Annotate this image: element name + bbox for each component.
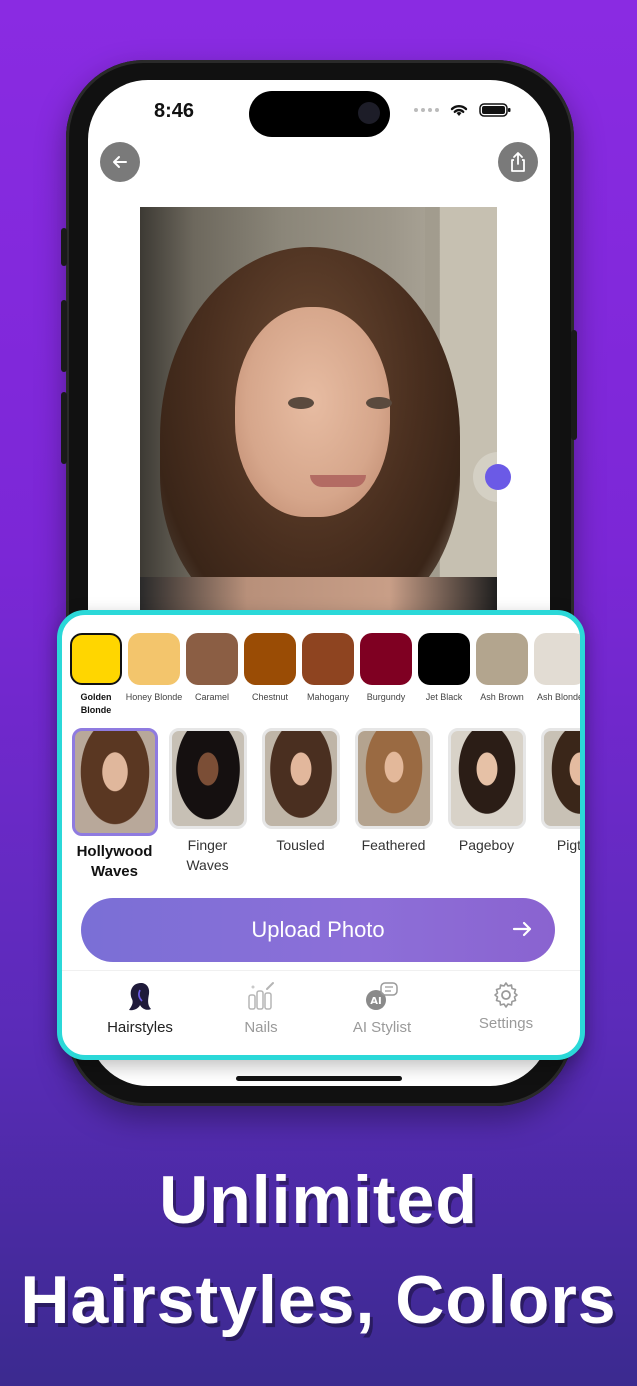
- signal-icon: [414, 108, 439, 112]
- color-swatch-label: Caramel: [194, 692, 229, 702]
- hairstyle-item[interactable]: Pigtails: [537, 728, 582, 882]
- photo-face: [235, 307, 390, 517]
- color-swatch-chip[interactable]: [476, 633, 528, 685]
- color-swatch-chip[interactable]: [186, 633, 238, 685]
- share-icon: [511, 152, 525, 172]
- hairstyle-label: Feathered: [361, 837, 426, 853]
- color-swatch-chip[interactable]: [418, 633, 470, 685]
- color-swatch-chip[interactable]: [534, 633, 580, 685]
- color-swatch[interactable]: Mahogany: [302, 633, 354, 717]
- hairstyle-thumbnail[interactable]: [168, 728, 247, 829]
- arrow-left-icon: [113, 156, 127, 168]
- tab-settings[interactable]: Settings: [451, 981, 561, 1032]
- gear-icon: [494, 982, 518, 1008]
- hairstyle-item[interactable]: Tousled: [258, 728, 343, 882]
- tab-hairstyles-label: Hairstyles: [107, 1019, 173, 1036]
- ai-stylist-icon: AI: [366, 982, 398, 1010]
- promo-headline: Unlimited Hairstyles, Colors: [0, 1150, 637, 1350]
- tab-bar: Hairstyles Nails AI AI Stylist Settings: [62, 970, 580, 1051]
- hairstyle-thumbnail[interactable]: [540, 728, 580, 829]
- color-swatch-label: Ash Blonde: [536, 692, 584, 702]
- arrow-right-icon: [512, 921, 532, 937]
- photo-eye: [288, 397, 314, 409]
- style-panel: Golden Blonde Honey Blonde Caramel Chestnut…: [57, 610, 585, 1060]
- hairstyle-item[interactable]: Hollywood Waves: [71, 728, 158, 882]
- tab-ai-stylist-label: AI Stylist: [352, 1019, 412, 1036]
- hairstyle-item[interactable]: Feathered: [351, 728, 436, 882]
- back-button[interactable]: [100, 142, 140, 182]
- color-swatch-label: Mahogany: [306, 692, 350, 702]
- color-swatch[interactable]: Ash Blonde: [534, 633, 580, 717]
- color-swatch[interactable]: Jet Black: [418, 633, 470, 717]
- hairstyle-thumbnail[interactable]: [261, 728, 340, 829]
- color-swatch[interactable]: Burgundy: [360, 633, 412, 717]
- compare-slider-knob[interactable]: [485, 464, 511, 490]
- power-button: [571, 330, 577, 440]
- hairstyle-label: Pageboy: [458, 837, 515, 853]
- color-swatch[interactable]: Honey Blonde: [126, 633, 182, 717]
- wifi-icon: [450, 104, 468, 116]
- volume-up-button: [61, 300, 67, 372]
- color-swatch-label: Golden Blonde: [80, 692, 112, 715]
- color-swatch-row: Golden Blonde Honey Blonde Caramel Chestnut…: [70, 633, 580, 717]
- color-swatch-chip[interactable]: [70, 633, 122, 685]
- color-swatch-chip[interactable]: [244, 633, 296, 685]
- preview-photo[interactable]: [140, 207, 497, 617]
- tab-settings-label: Settings: [478, 1015, 534, 1032]
- headline-line-2: Hairstyles, Colors: [20, 1262, 617, 1338]
- color-swatch-chip[interactable]: [360, 633, 412, 685]
- tab-nails-label: Nails: [244, 1019, 278, 1036]
- hairstyle-thumbnail[interactable]: [71, 728, 158, 836]
- hairstyle-item[interactable]: Pageboy: [444, 728, 529, 882]
- color-swatch-chip[interactable]: [302, 633, 354, 685]
- hairstyle-label: Pigtails: [556, 837, 582, 853]
- color-swatch[interactable]: Golden Blonde: [70, 633, 122, 717]
- color-swatch[interactable]: Ash Brown: [476, 633, 528, 717]
- camera-icon: [358, 102, 380, 124]
- status-icons: [414, 100, 511, 120]
- status-time: 8:46: [154, 100, 195, 122]
- side-button: [61, 228, 67, 266]
- photo-eye: [366, 397, 392, 409]
- color-swatch-label: Honey Blonde: [125, 692, 183, 702]
- hairstyle-label: Finger Waves: [186, 837, 229, 873]
- upload-photo-button[interactable]: Upload Photo: [81, 898, 555, 962]
- color-swatch[interactable]: Chestnut: [244, 633, 296, 717]
- tab-hairstyles[interactable]: Hairstyles: [85, 981, 195, 1036]
- color-swatch[interactable]: Caramel: [186, 633, 238, 717]
- hairstyle-thumbnail[interactable]: [447, 728, 526, 829]
- hairstyles-icon: [129, 983, 151, 1011]
- tab-nails[interactable]: Nails: [206, 981, 316, 1036]
- share-button[interactable]: [498, 142, 538, 182]
- home-indicator[interactable]: [236, 1076, 402, 1081]
- volume-down-button: [61, 392, 67, 464]
- photo-mouth: [310, 475, 366, 487]
- color-swatch-chip[interactable]: [128, 633, 180, 685]
- color-swatch-label: Burgundy: [366, 692, 406, 702]
- color-swatch-label: Chestnut: [251, 692, 289, 702]
- tab-ai-stylist[interactable]: AI AI Stylist: [327, 981, 437, 1036]
- hairstyle-item[interactable]: Finger Waves: [165, 728, 250, 882]
- upload-photo-label: Upload Photo: [251, 917, 385, 942]
- nails-icon: [248, 982, 274, 1010]
- battery-icon: [479, 103, 511, 117]
- color-swatch-label: Ash Brown: [480, 692, 524, 702]
- headline-line-1: Unlimited: [159, 1162, 478, 1238]
- hairstyle-row: Hollywood Waves Finger Waves Tousled Feathe…: [71, 728, 582, 882]
- hairstyle-thumbnail[interactable]: [354, 728, 433, 829]
- svg-text:AI: AI: [370, 996, 381, 1007]
- hairstyle-label: Tousled: [276, 837, 325, 853]
- hairstyle-label: Hollywood Waves: [76, 843, 153, 880]
- color-swatch-label: Jet Black: [425, 692, 463, 702]
